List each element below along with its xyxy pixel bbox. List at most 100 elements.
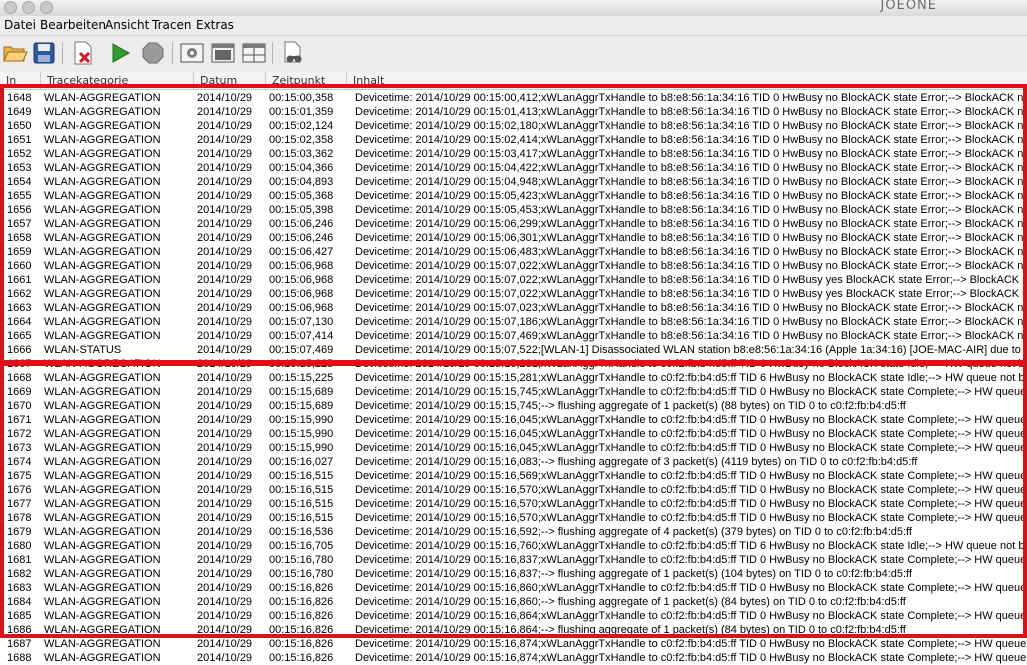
row-number: 1653 xyxy=(7,162,32,174)
table-row[interactable]: 1668 WLAN-AGGREGATION 2014/10/29 00:15:15,2… xyxy=(0,371,1027,385)
row-date: 2014/10/29 xyxy=(197,288,253,300)
row-content: Devicetime: 2014/10/29 00:15:16,874;xWLa… xyxy=(355,638,1027,650)
row-category: WLAN-AGGREGATION xyxy=(44,652,161,664)
row-category: WLAN-AGGREGATION xyxy=(44,330,161,342)
column-header-category[interactable]: Tracekategorie xyxy=(40,72,193,89)
menu-bearbeiten[interactable]: Bearbeiten xyxy=(40,18,106,32)
row-category: WLAN-AGGREGATION xyxy=(44,568,161,580)
table-row[interactable]: 1686 WLAN-AGGREGATION 2014/10/29 00:15:16,8… xyxy=(0,623,1027,637)
row-number: 1669 xyxy=(7,386,32,398)
minimize-window-button[interactable] xyxy=(22,1,35,14)
table-row[interactable]: 1662 WLAN-AGGREGATION 2014/10/29 00:15:06,9… xyxy=(0,287,1027,301)
view-split-button[interactable] xyxy=(240,39,268,67)
row-category: WLAN-AGGREGATION xyxy=(44,176,161,188)
table-row[interactable]: 1685 WLAN-AGGREGATION 2014/10/29 00:15:16,8… xyxy=(0,609,1027,623)
menu-extras[interactable]: Extras xyxy=(196,18,234,32)
table-row[interactable]: 1664 WLAN-AGGREGATION 2014/10/29 00:15:07,1… xyxy=(0,315,1027,329)
table-row[interactable]: 1652 WLAN-AGGREGATION 2014/10/29 00:15:03,3… xyxy=(0,147,1027,161)
row-number: 1681 xyxy=(7,554,32,566)
row-content: Devicetime: 2014/10/29 00:15:05,423;xWLa… xyxy=(355,190,1027,202)
table-row[interactable]: 1676 WLAN-AGGREGATION 2014/10/29 00:15:16,5… xyxy=(0,483,1027,497)
table-row[interactable]: 1665 WLAN-AGGREGATION 2014/10/29 00:15:07,4… xyxy=(0,329,1027,343)
row-category: WLAN-AGGREGATION xyxy=(44,246,161,258)
row-time: 00:15:05,398 xyxy=(269,204,334,216)
row-category: WLAN-AGGREGATION xyxy=(44,512,161,524)
table-row[interactable]: 1663 WLAN-AGGREGATION 2014/10/29 00:15:06,9… xyxy=(0,301,1027,315)
table-row[interactable]: 1681 WLAN-AGGREGATION 2014/10/29 00:15:16,7… xyxy=(0,553,1027,567)
row-number: 1674 xyxy=(7,456,32,468)
table-row[interactable]: 1655 WLAN-AGGREGATION 2014/10/29 00:15:05,3… xyxy=(0,189,1027,203)
row-content: Devicetime: 2014/10/29 00:15:01,413;xWLa… xyxy=(355,106,1027,118)
table-row[interactable]: 1667 WLAN-AGGREGATION 2014/10/29 00:15:15,2… xyxy=(0,357,1027,371)
table-row[interactable]: 1666 WLAN-STATUS 2014/10/29 00:15:07,469 Dev… xyxy=(0,343,1027,357)
row-category: WLAN-AGGREGATION xyxy=(44,428,161,440)
table-row[interactable]: 1684 WLAN-AGGREGATION 2014/10/29 00:15:16,8… xyxy=(0,595,1027,609)
toolbar xyxy=(0,36,1027,73)
row-number: 1685 xyxy=(7,610,32,622)
column-header-nr[interactable]: In xyxy=(0,72,40,89)
table-row[interactable]: 1659 WLAN-AGGREGATION 2014/10/29 00:15:06,4… xyxy=(0,245,1027,259)
table-row[interactable]: 1653 WLAN-AGGREGATION 2014/10/29 00:15:04,3… xyxy=(0,161,1027,175)
row-number: 1663 xyxy=(7,302,32,314)
row-category: WLAN-AGGREGATION xyxy=(44,470,161,482)
row-content: Devicetime: 2014/10/29 00:15:05,453;xWLa… xyxy=(355,204,1027,216)
table-row[interactable]: 1682 WLAN-AGGREGATION 2014/10/29 00:15:16,7… xyxy=(0,567,1027,581)
clear-button[interactable] xyxy=(69,39,97,67)
column-header-time[interactable]: Zeitpunkt xyxy=(265,72,346,89)
row-number: 1652 xyxy=(7,148,32,160)
table-row[interactable]: 1688 WLAN-AGGREGATION 2014/10/29 00:15:16,8… xyxy=(0,651,1027,665)
find-button[interactable] xyxy=(279,39,307,67)
column-header-content[interactable]: Inhalt xyxy=(346,72,1027,89)
row-time: 00:15:16,780 xyxy=(269,568,334,580)
table-row[interactable]: 1672 WLAN-AGGREGATION 2014/10/29 00:15:15,9… xyxy=(0,427,1027,441)
table-row[interactable]: 1680 WLAN-AGGREGATION 2014/10/29 00:15:16,7… xyxy=(0,539,1027,553)
row-content: Devicetime: 2014/10/29 00:15:16,864;xWLa… xyxy=(355,610,1027,622)
row-date: 2014/10/29 xyxy=(197,316,253,328)
row-content: Devicetime: 2014/10/29 00:15:06,483;xWLa… xyxy=(355,246,1027,258)
zoom-window-button[interactable] xyxy=(40,1,53,14)
menu-datei[interactable]: Datei xyxy=(4,18,36,32)
start-trace-button[interactable] xyxy=(106,39,134,67)
menu-ansicht[interactable]: Ansicht xyxy=(105,18,149,32)
table-row[interactable]: 1661 WLAN-AGGREGATION 2014/10/29 00:15:06,9… xyxy=(0,273,1027,287)
table-row[interactable]: 1660 WLAN-AGGREGATION 2014/10/29 00:15:06,9… xyxy=(0,259,1027,273)
table-row[interactable]: 1671 WLAN-AGGREGATION 2014/10/29 00:15:15,9… xyxy=(0,413,1027,427)
row-date: 2014/10/29 xyxy=(197,526,253,538)
table-row[interactable]: 1674 WLAN-AGGREGATION 2014/10/29 00:15:16,0… xyxy=(0,455,1027,469)
row-time: 00:15:05,368 xyxy=(269,190,334,202)
row-content: Devicetime: 2014/10/29 00:15:07,022;xWLa… xyxy=(355,274,1027,286)
table-row[interactable]: 1658 WLAN-AGGREGATION 2014/10/29 00:15:06,2… xyxy=(0,231,1027,245)
table-row[interactable]: 1683 WLAN-AGGREGATION 2014/10/29 00:15:16,8… xyxy=(0,581,1027,595)
view-single-button[interactable] xyxy=(209,39,237,67)
table-row[interactable]: 1651 WLAN-AGGREGATION 2014/10/29 00:15:02,3… xyxy=(0,133,1027,147)
menu-tracen[interactable]: Tracen xyxy=(152,18,191,32)
row-time: 00:15:15,225 xyxy=(269,372,334,384)
stop-trace-button[interactable] xyxy=(139,39,167,67)
row-time: 00:15:16,515 xyxy=(269,498,334,510)
row-category: WLAN-AGGREGATION xyxy=(44,218,161,230)
table-row[interactable]: 1675 WLAN-AGGREGATION 2014/10/29 00:15:16,5… xyxy=(0,469,1027,483)
toolbar-separator xyxy=(172,42,173,64)
close-window-button[interactable] xyxy=(4,1,17,14)
table-row[interactable]: 1678 WLAN-AGGREGATION 2014/10/29 00:15:16,5… xyxy=(0,511,1027,525)
settings-button[interactable] xyxy=(178,39,206,67)
table-row[interactable]: 1657 WLAN-AGGREGATION 2014/10/29 00:15:06,2… xyxy=(0,217,1027,231)
table-row[interactable]: 1673 WLAN-AGGREGATION 2014/10/29 00:15:15,9… xyxy=(0,441,1027,455)
row-content: Devicetime: 2014/10/29 00:15:16,592;--> … xyxy=(355,526,912,538)
table-row[interactable]: 1669 WLAN-AGGREGATION 2014/10/29 00:15:15,6… xyxy=(0,385,1027,399)
title-bar: JOEONE xyxy=(0,0,1027,17)
table-row[interactable]: 1654 WLAN-AGGREGATION 2014/10/29 00:15:04,8… xyxy=(0,175,1027,189)
save-button[interactable] xyxy=(30,39,58,67)
table-row[interactable]: 1687 WLAN-AGGREGATION 2014/10/29 00:15:16,8… xyxy=(0,637,1027,651)
table-row[interactable]: 1650 WLAN-AGGREGATION 2014/10/29 00:15:02,1… xyxy=(0,119,1027,133)
table-row[interactable]: 1677 WLAN-AGGREGATION 2014/10/29 00:15:16,5… xyxy=(0,497,1027,511)
table-row[interactable]: 1670 WLAN-AGGREGATION 2014/10/29 00:15:15,6… xyxy=(0,399,1027,413)
table-row[interactable]: 1656 WLAN-AGGREGATION 2014/10/29 00:15:05,3… xyxy=(0,203,1027,217)
table-row[interactable]: 1679 WLAN-AGGREGATION 2014/10/29 00:15:16,5… xyxy=(0,525,1027,539)
row-time: 00:15:07,130 xyxy=(269,316,334,328)
row-time: 00:15:15,689 xyxy=(269,400,334,412)
table-row[interactable]: 1648 WLAN-AGGREGATION 2014/10/29 00:15:00,3… xyxy=(0,91,1027,105)
column-header-date[interactable]: Datum xyxy=(193,72,265,89)
table-row[interactable]: 1649 WLAN-AGGREGATION 2014/10/29 00:15:01,3… xyxy=(0,105,1027,119)
open-button[interactable] xyxy=(1,39,29,67)
